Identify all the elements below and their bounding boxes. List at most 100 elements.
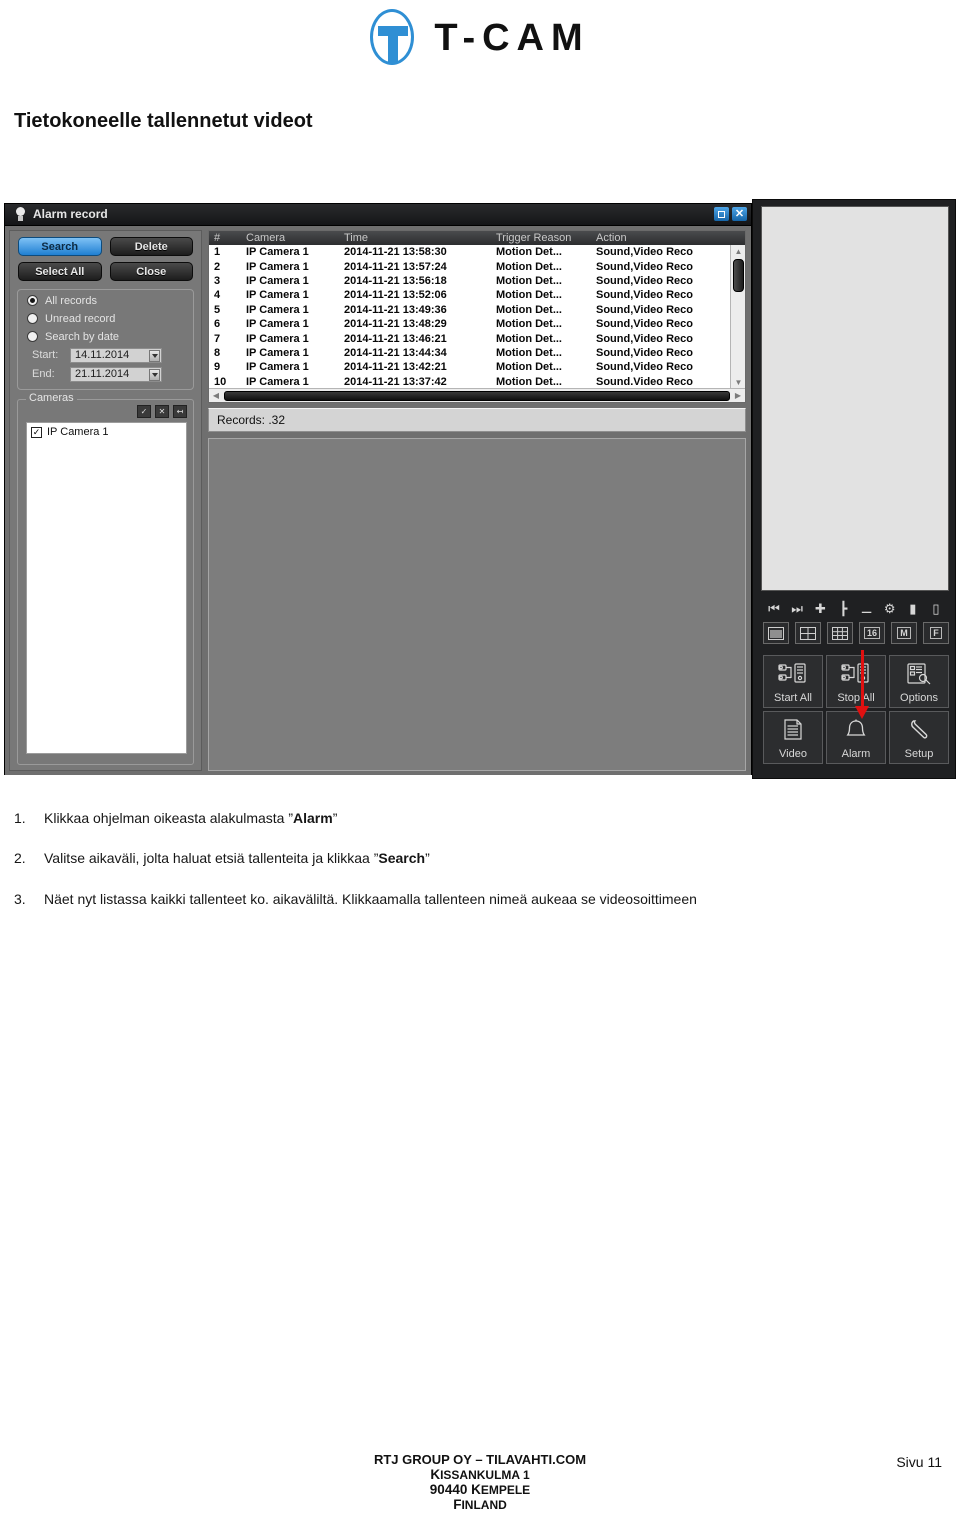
table-cell: Motion Det... <box>496 289 562 302</box>
radio-unread-record[interactable]: Unread record <box>18 308 193 326</box>
instruction-text-bold: Alarm <box>293 810 333 826</box>
scroll-left-icon[interactable]: ◀ <box>209 391 223 400</box>
col-header-action[interactable]: Action <box>591 232 731 244</box>
table-cell: 5 <box>214 303 221 316</box>
quad-view-button[interactable] <box>795 622 821 644</box>
invert-selection-icon[interactable]: ↤ <box>173 405 187 418</box>
footer-company: RTJ GROUP OY – TILAVAHTI.COM <box>373 1452 587 1467</box>
col-header-index[interactable]: # <box>209 232 241 244</box>
table-row[interactable]: 3 IP Camera 1 2014-11-21 13:56:18 Motion De… <box>209 274 745 288</box>
radio-all-records[interactable]: All records <box>18 290 193 308</box>
radio-unread-record-indicator <box>27 313 38 324</box>
vertical-scroll-thumb[interactable] <box>733 259 744 292</box>
single-view-button[interactable] <box>763 622 789 644</box>
close-window-button[interactable]: ✕ <box>732 207 747 221</box>
records-status-bar: Records: .32 <box>208 408 746 432</box>
action-button-row-1: Search Delete <box>10 231 201 256</box>
table-cell: 2014-11-21 13:58:30 <box>344 246 447 259</box>
stop-all-button[interactable]: Stop All <box>826 655 886 708</box>
playback-icon-row: ⏮ ⏭ ✚ ┣ ⚊ ⚙ ▮ ▯ <box>761 596 949 620</box>
minus-icon[interactable]: ⚊ <box>858 599 876 617</box>
table-row[interactable]: 2 IP Camera 1 2014-11-21 13:57:24 Motion De… <box>209 259 745 273</box>
table-cell: 1 <box>214 246 221 259</box>
table-row[interactable]: 9 IP Camera 1 2014-11-21 13:42:21 Motion De… <box>209 360 745 374</box>
table-cell: 8 <box>214 346 221 359</box>
stop-all-icon <box>841 656 871 692</box>
window-remove-icon[interactable]: ▯ <box>927 599 945 617</box>
camera-list[interactable]: ✓ IP Camera 1 <box>26 422 187 754</box>
start-all-icon <box>778 656 808 692</box>
setup-button[interactable]: Setup <box>889 711 949 764</box>
preview-area[interactable] <box>208 438 746 771</box>
table-row[interactable]: 4 IP Camera 1 2014-11-21 13:52:06 Motion De… <box>209 288 745 302</box>
video-button[interactable]: Video <box>763 711 823 764</box>
check-all-icon[interactable]: ✓ <box>137 405 151 418</box>
list-item[interactable]: ✓ IP Camera 1 <box>27 423 186 438</box>
table-row[interactable]: 8 IP Camera 1 2014-11-21 13:44:34 Motion De… <box>209 346 745 360</box>
window-add-icon[interactable]: ▮ <box>904 599 922 617</box>
col-header-time[interactable]: Time <box>339 232 491 244</box>
radio-search-by-date-label: Search by date <box>45 330 119 343</box>
prev-icon[interactable]: ⏮ <box>765 599 783 617</box>
instruction-list: 1. Klikkaa ohjelman oikeasta alakulmasta… <box>14 808 894 929</box>
delete-button[interactable]: Delete <box>109 237 193 256</box>
sixteen-view-button[interactable]: 16 <box>859 622 885 644</box>
records-table: # Camera Time Trigger Reason Action 1 IP … <box>208 230 746 403</box>
scroll-up-icon[interactable]: ▲ <box>731 245 746 258</box>
right-toolbar-column: ⏮ ⏭ ✚ ┣ ⚊ ⚙ ▮ ▯ 16 M F Start All Stop Al… <box>752 199 956 779</box>
table-cell: Motion Det... <box>496 375 562 388</box>
scroll-right-icon[interactable]: ▶ <box>731 391 745 400</box>
table-cell: Sound,Video Reco <box>596 289 693 302</box>
table-cell: 2014-11-21 13:57:24 <box>344 260 447 273</box>
footer-address-3-rest: INLAND <box>461 1498 507 1512</box>
start-date-spinner-icon[interactable] <box>149 349 160 362</box>
instruction-text-post: ” <box>332 810 338 826</box>
start-all-button[interactable]: Start All <box>763 655 823 708</box>
next-icon[interactable]: ⏭ <box>788 599 806 617</box>
end-date-spinner-icon[interactable] <box>149 368 160 381</box>
gear-icon[interactable]: ⚙ <box>881 599 899 617</box>
video-icon <box>780 712 806 748</box>
table-row[interactable]: 6 IP Camera 1 2014-11-21 13:48:29 Motion De… <box>209 317 745 331</box>
footer-address-line-3: FINLAND <box>0 1497 960 1512</box>
table-cell: Sound,Video Reco <box>596 346 693 359</box>
col-header-trigger-reason[interactable]: Trigger Reason <box>491 232 591 244</box>
start-date-input[interactable]: 14.11.2014 <box>70 347 162 363</box>
table-row[interactable]: 10 IP Camera 1 2014-11-21 13:37:42 Motion D… <box>209 375 745 389</box>
radio-all-records-label: All records <box>45 294 97 307</box>
select-all-button[interactable]: Select All <box>18 262 102 281</box>
col-header-camera[interactable]: Camera <box>241 232 339 244</box>
horizontal-scroll-thumb[interactable] <box>224 390 730 401</box>
table-row[interactable]: 7 IP Camera 1 2014-11-21 13:46:21 Motion De… <box>209 331 745 345</box>
footer-address-2-rest: EMPELE <box>480 1483 531 1497</box>
search-button[interactable]: Search <box>18 237 102 256</box>
radio-search-by-date[interactable]: Search by date <box>18 326 193 344</box>
video-display-panel[interactable] <box>761 206 949 591</box>
table-cell: IP Camera 1 <box>246 318 309 331</box>
close-button[interactable]: Close <box>109 262 193 281</box>
table-cell: 3 <box>214 274 221 287</box>
plus-icon[interactable]: ✚ <box>811 599 829 617</box>
radio-unread-record-label: Unread record <box>45 312 116 325</box>
end-date-input[interactable]: 21.11.2014 <box>70 366 162 382</box>
camera-checkbox[interactable]: ✓ <box>31 426 42 438</box>
options-button[interactable]: Options <box>889 655 949 708</box>
table-cell: IP Camera 1 <box>246 346 309 359</box>
m-view-button[interactable]: M <box>891 622 917 644</box>
table-cell: IP Camera 1 <box>246 332 309 345</box>
footer-address-2-cap: K <box>471 1482 481 1497</box>
start-date-row: Start: 14.11.2014 <box>18 344 193 363</box>
nine-view-button[interactable] <box>827 622 853 644</box>
page-number: Sivu 11 <box>896 1454 942 1470</box>
horizontal-scrollbar[interactable]: ◀ ▶ <box>209 388 745 402</box>
split-icon[interactable]: ┣ <box>834 599 852 617</box>
vertical-scrollbar[interactable]: ▲ ▼ <box>730 245 745 389</box>
brand-logo: T-CAM <box>0 8 960 68</box>
window-body: Search Delete Select All Close All recor… <box>5 226 751 775</box>
uncheck-all-icon[interactable]: ✕ <box>155 405 169 418</box>
search-options-group: All records Unread record Search by date… <box>17 289 194 390</box>
restore-button[interactable] <box>714 207 729 221</box>
f-view-button[interactable]: F <box>923 622 949 644</box>
table-row[interactable]: 5 IP Camera 1 2014-11-21 13:49:36 Motion De… <box>209 303 745 317</box>
table-row[interactable]: 1 IP Camera 1 2014-11-21 13:58:30 Motion De… <box>209 245 745 259</box>
